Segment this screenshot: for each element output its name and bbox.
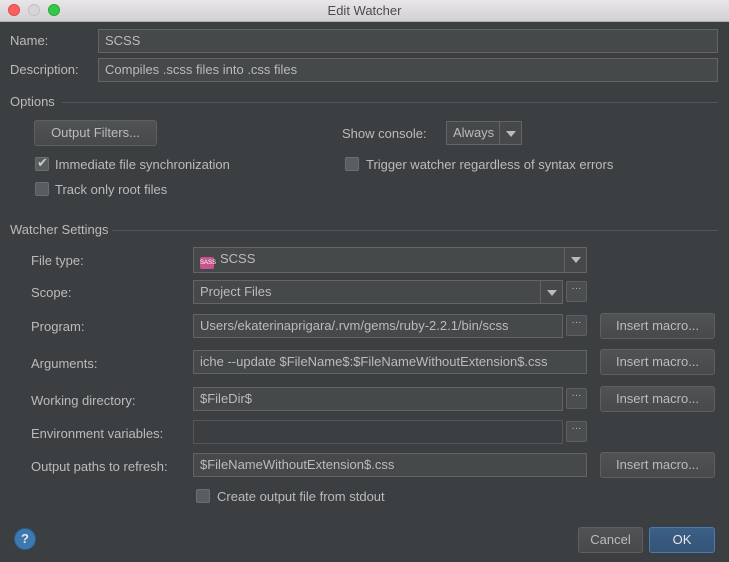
arguments-field[interactable]: iche --update $FileName$:$FileNameWithou… — [193, 350, 587, 374]
show-console-label: Show console: — [342, 126, 427, 141]
scope-browse-button[interactable]: ··· — [566, 281, 587, 302]
working-directory-field[interactable]: $FileDir$ — [193, 387, 563, 411]
scope-value: Project Files — [200, 284, 272, 299]
ok-button[interactable]: OK — [649, 527, 715, 553]
name-label: Name: — [10, 33, 49, 48]
description-label: Description: — [10, 62, 79, 77]
output-paths-insert-macro-button[interactable]: Insert macro... — [600, 452, 715, 478]
file-type-value: SCSS — [220, 251, 256, 266]
working-directory-browse-button[interactable]: ··· — [566, 388, 587, 409]
chevron-down-icon — [564, 248, 586, 272]
env-vars-field[interactable] — [193, 420, 563, 444]
program-label: Program: — [31, 319, 85, 334]
chevron-down-icon — [540, 281, 562, 303]
immediate-sync-label: Immediate file synchronization — [55, 157, 230, 172]
trigger-regardless-label: Trigger watcher regardless of syntax err… — [366, 157, 614, 172]
track-root-label: Track only root files — [55, 182, 168, 197]
program-field[interactable]: Users/ekaterinaprigara/.rvm/gems/ruby-2.… — [193, 314, 563, 338]
program-browse-button[interactable]: ··· — [566, 315, 587, 336]
help-button[interactable]: ? — [14, 528, 36, 550]
program-insert-macro-button[interactable]: Insert macro... — [600, 313, 715, 339]
file-type-select[interactable]: SASS SCSS — [193, 247, 587, 273]
program-value: Users/ekaterinaprigara/.rvm/gems/ruby-2.… — [200, 318, 509, 333]
watcher-separator — [112, 230, 718, 231]
scope-select[interactable]: Project Files — [193, 280, 563, 304]
check-icon: ✔ — [37, 155, 48, 170]
arguments-insert-macro-button[interactable]: Insert macro... — [600, 349, 715, 375]
cancel-button[interactable]: Cancel — [578, 527, 643, 553]
working-directory-insert-macro-button[interactable]: Insert macro... — [600, 386, 715, 412]
immediate-sync-checkbox[interactable]: ✔ — [35, 155, 49, 171]
window-title: Edit Watcher — [327, 3, 402, 18]
trigger-regardless-checkbox[interactable] — [345, 157, 359, 171]
scope-label: Scope: — [31, 285, 72, 300]
name-field[interactable]: SCSS — [98, 29, 718, 53]
track-root-checkbox[interactable] — [35, 182, 49, 196]
show-console-value: Always — [453, 125, 495, 140]
create-output-label: Create output file from stdout — [217, 489, 385, 504]
watcher-section-title: Watcher Settings — [10, 222, 109, 237]
env-vars-browse-button[interactable]: ··· — [566, 421, 587, 442]
output-paths-field[interactable]: $FileNameWithoutExtension$.css — [193, 453, 587, 477]
title-bar: Edit Watcher — [0, 0, 729, 22]
options-separator — [62, 102, 718, 103]
create-output-checkbox[interactable] — [196, 489, 210, 503]
output-paths-label: Output paths to refresh: — [31, 459, 168, 474]
output-filters-button[interactable]: Output Filters... — [34, 120, 157, 146]
working-directory-label: Working directory: — [31, 393, 136, 408]
file-type-label: File type: — [31, 253, 84, 268]
arguments-value: iche --update $FileName$:$FileNameWithou… — [200, 354, 548, 369]
env-vars-label: Environment variables: — [31, 426, 164, 441]
description-field[interactable]: Compiles .scss files into .css files — [98, 58, 718, 82]
options-section-title: Options — [10, 94, 55, 109]
show-console-select[interactable]: Always — [446, 121, 522, 145]
chevron-down-icon — [499, 122, 521, 144]
sass-icon: SASS — [200, 257, 216, 269]
arguments-label: Arguments: — [31, 356, 98, 371]
